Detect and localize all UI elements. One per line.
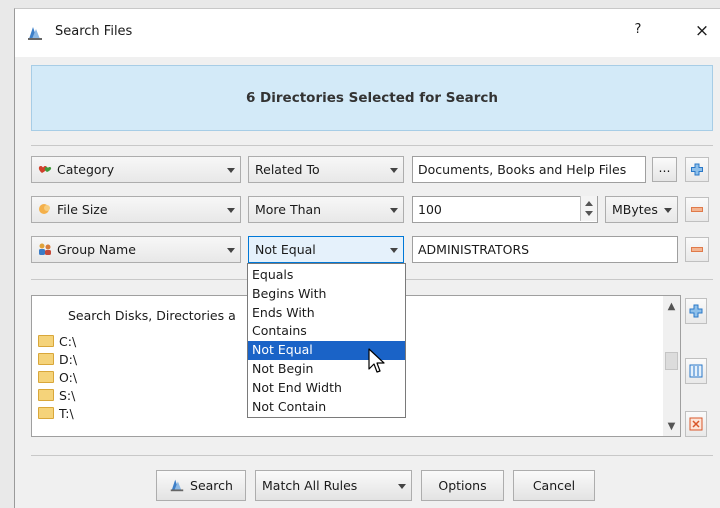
chevron-down-icon xyxy=(227,168,235,173)
category-hearts-icon xyxy=(38,166,52,173)
folder-icon xyxy=(38,407,54,419)
size-spinner[interactable] xyxy=(580,196,597,221)
rule-value-text: Documents, Books and Help Files xyxy=(418,162,627,177)
size-value: 100 xyxy=(418,202,442,217)
rule-operator-label: Related To xyxy=(255,162,320,177)
match-mode-select[interactable]: Match All Rules xyxy=(255,470,412,501)
chevron-down-icon xyxy=(227,208,235,213)
add-rule-button[interactable] xyxy=(685,157,709,182)
scroll-thumb[interactable] xyxy=(665,352,678,370)
selection-banner: 6 Directories Selected for Search xyxy=(31,65,713,131)
divider xyxy=(31,145,713,146)
search-files-icon xyxy=(28,27,42,40)
rule-operator-select[interactable]: Not Equal xyxy=(248,236,404,263)
rule-field-category[interactable]: Category xyxy=(31,156,241,183)
chevron-down-icon xyxy=(227,248,235,253)
directory-list-header: Search Disks, Directories a xyxy=(68,308,236,323)
group-users-icon xyxy=(39,243,51,255)
plus-icon xyxy=(689,304,703,318)
edit-directories-button[interactable] xyxy=(685,358,707,384)
remove-rule-button[interactable] xyxy=(685,197,709,222)
rule-operator-label: More Than xyxy=(255,202,322,217)
rule-field-label: Category xyxy=(57,162,115,177)
file-size-icon xyxy=(39,204,50,214)
cancel-button[interactable]: Cancel xyxy=(513,470,595,501)
group-name-input[interactable]: ADMINISTRATORS xyxy=(412,236,678,263)
remove-rule-button[interactable] xyxy=(685,237,709,262)
add-directory-button[interactable] xyxy=(685,298,707,324)
chevron-down-icon xyxy=(390,208,398,213)
columns-icon xyxy=(689,364,703,378)
folder-icon xyxy=(38,371,54,383)
directory-item[interactable]: O:\ xyxy=(38,369,77,387)
delete-icon xyxy=(689,417,703,431)
minus-icon xyxy=(691,247,703,252)
search-files-icon xyxy=(170,479,184,492)
chevron-down-icon xyxy=(398,484,406,489)
rule-operator-select[interactable]: Related To xyxy=(248,156,404,183)
dropdown-option[interactable]: Equals xyxy=(248,266,405,285)
scroll-down-icon[interactable]: ▼ xyxy=(663,418,680,435)
options-button[interactable]: Options xyxy=(421,470,504,501)
browse-button[interactable]: ... xyxy=(652,157,677,182)
group-name-value: ADMINISTRATORS xyxy=(418,242,530,257)
mouse-pointer-icon xyxy=(368,348,385,373)
rule-field-label: Group Name xyxy=(57,242,136,257)
rule-field-file-size[interactable]: File Size xyxy=(31,196,241,223)
rule-operator-select[interactable]: More Than xyxy=(248,196,404,223)
dropdown-option[interactable]: Begins With xyxy=(248,285,405,304)
rule-field-label: File Size xyxy=(57,202,108,217)
window-title: Search Files xyxy=(55,24,133,39)
help-button[interactable]: ? xyxy=(628,22,648,42)
title-bar: Search Files ? × xyxy=(15,9,720,57)
dropdown-option[interactable]: Not End Width xyxy=(248,379,405,398)
dropdown-option[interactable]: Not Contain xyxy=(248,398,405,417)
rule-field-group-name[interactable]: Group Name xyxy=(31,236,241,263)
chevron-down-icon xyxy=(390,248,398,253)
search-button-label: Search xyxy=(190,478,233,493)
directory-item[interactable]: D:\ xyxy=(38,351,77,369)
folder-icon xyxy=(38,389,54,401)
spin-arrows-icon xyxy=(585,201,593,216)
size-unit-select[interactable]: MBytes xyxy=(605,196,678,223)
match-mode-label: Match All Rules xyxy=(262,478,358,493)
folder-icon xyxy=(38,335,54,347)
size-unit-label: MBytes xyxy=(612,202,658,217)
vertical-scrollbar[interactable]: ▲ ▼ xyxy=(663,296,680,436)
plus-icon xyxy=(691,163,703,176)
search-button[interactable]: Search xyxy=(156,470,246,501)
directory-item[interactable]: C:\ xyxy=(38,333,76,351)
divider xyxy=(31,455,713,456)
close-button[interactable]: × xyxy=(691,21,713,43)
chevron-down-icon xyxy=(390,168,398,173)
banner-text: 6 Directories Selected for Search xyxy=(245,90,499,106)
rule-value-input[interactable]: Documents, Books and Help Files xyxy=(412,156,646,183)
search-files-dialog: Search Files ? × 6 Directories Selected … xyxy=(14,8,720,508)
remove-directory-button[interactable] xyxy=(685,411,707,437)
directory-item[interactable]: T:\ xyxy=(38,405,74,423)
dropdown-option[interactable]: Ends With xyxy=(248,304,405,323)
chevron-down-icon xyxy=(664,208,672,213)
minus-icon xyxy=(691,207,703,212)
directory-item[interactable]: S:\ xyxy=(38,387,75,405)
dropdown-option[interactable]: Contains xyxy=(248,322,405,341)
size-input[interactable]: 100 xyxy=(412,196,598,223)
folder-icon xyxy=(38,353,54,365)
operator-dropdown-list[interactable]: Equals Begins With Ends With Contains No… xyxy=(247,263,406,418)
scroll-up-icon[interactable]: ▲ xyxy=(663,298,680,315)
rule-operator-label: Not Equal xyxy=(255,242,316,257)
